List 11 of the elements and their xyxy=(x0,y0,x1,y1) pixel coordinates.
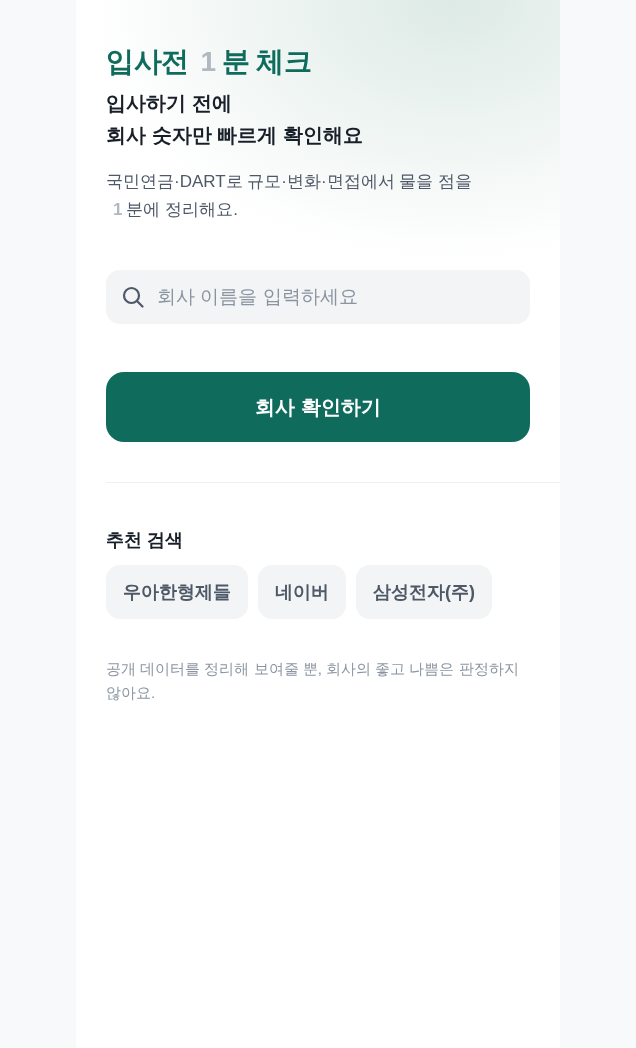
description: 국민연금·DART로 규모·변화·면접에서 물을 점을 1 분에 정리해요. xyxy=(106,171,474,221)
suggestion-chip[interactable]: 네이버 xyxy=(258,565,346,619)
search-icon xyxy=(122,286,144,308)
disclaimer: 공개 데이터를 정리해 보여줄 뿐, 회사의 좋고 나쁨은 판정하지 않아요. xyxy=(106,659,520,703)
search-field[interactable]: 회사 이름을 입력하세요 xyxy=(106,270,530,324)
suggestion-chip[interactable]: 삼성전자(주) xyxy=(356,565,492,619)
submit-button[interactable]: 회사 확인하기 xyxy=(106,372,530,442)
section-heading: 추천 검색 xyxy=(106,529,184,552)
page-title: 입사전 1 분 체크 xyxy=(106,45,313,79)
suggestion-chip[interactable]: 우아한형제들 xyxy=(106,565,248,619)
subtitle: 입사하기 전에 회사 숫자만 빠르게 확인해요 xyxy=(106,91,364,148)
